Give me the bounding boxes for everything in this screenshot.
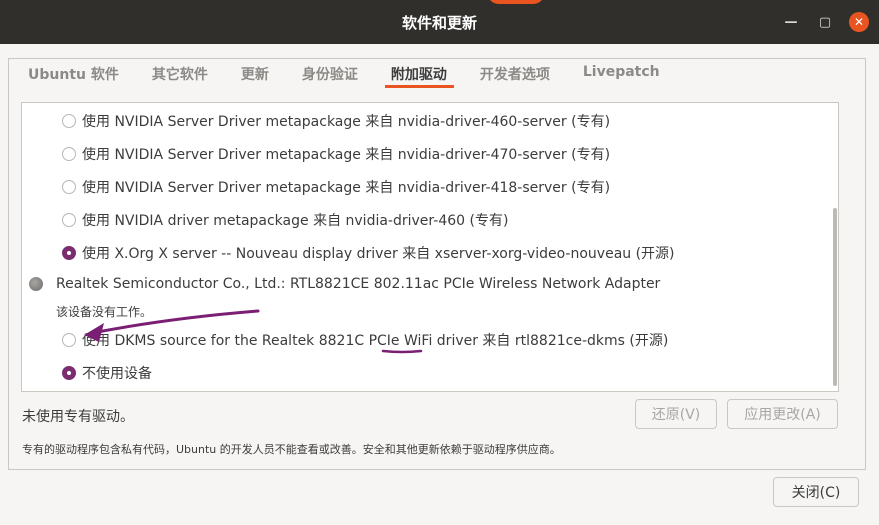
- driver-option[interactable]: 使用 NVIDIA Server Driver metapackage 来自 n…: [62, 111, 610, 131]
- driver-option-label: 使用 NVIDIA Server Driver metapackage 来自 n…: [82, 147, 611, 163]
- tab-ubuntu-software[interactable]: Ubuntu 软件: [8, 58, 132, 90]
- radio-checked-icon[interactable]: [62, 366, 76, 380]
- tab-bar: Ubuntu 软件 其它软件 更新 身份验证 附加驱动 开发者选项 Livepa…: [8, 58, 673, 90]
- driver-option[interactable]: 使用 NVIDIA Server Driver metapackage 来自 n…: [62, 144, 610, 164]
- driver-option-label: 使用 DKMS source for the Realtek 8821C PCI…: [82, 333, 669, 349]
- tab-other-software[interactable]: 其它软件: [132, 58, 221, 90]
- driver-option[interactable]: 使用 DKMS source for the Realtek 8821C PCI…: [62, 330, 668, 350]
- tab-updates[interactable]: 更新: [221, 58, 282, 90]
- radio-checked-icon[interactable]: [62, 246, 76, 260]
- radio-unchecked-icon[interactable]: [62, 147, 76, 161]
- device-header: Realtek Semiconductor Co., Ltd.: RTL8821…: [29, 276, 660, 292]
- tab-authentication[interactable]: 身份验证: [282, 58, 371, 90]
- driver-option[interactable]: 使用 NVIDIA Server Driver metapackage 来自 n…: [62, 177, 610, 197]
- radio-unchecked-icon[interactable]: [62, 180, 76, 194]
- maximize-icon[interactable]: ▢: [815, 12, 835, 32]
- close-button[interactable]: 关闭(C): [773, 477, 859, 507]
- window-title: 软件和更新: [401, 13, 477, 32]
- window-controls: — ▢ ✕: [781, 12, 869, 32]
- driver-option-selected[interactable]: 使用 X.Org X server -- Nouveau display dri…: [62, 243, 675, 263]
- radio-unchecked-icon[interactable]: [62, 333, 76, 347]
- driver-list: 使用 NVIDIA Server Driver metapackage 来自 n…: [21, 102, 839, 392]
- driver-option-label: 不使用设备: [82, 366, 152, 382]
- device-note: 该设备没有工作。: [56, 303, 152, 320]
- tab-additional-drivers[interactable]: 附加驱动: [371, 58, 460, 90]
- driver-option-label: 使用 NVIDIA Server Driver metapackage 来自 n…: [82, 180, 611, 196]
- driver-option-label: 使用 NVIDIA driver metapackage 来自 nvidia-d…: [82, 213, 509, 229]
- apply-changes-button[interactable]: 应用更改(A): [727, 399, 838, 429]
- minimize-icon[interactable]: —: [781, 12, 801, 32]
- driver-option-selected[interactable]: 不使用设备: [62, 363, 152, 383]
- status-text: 未使用专有驱动。: [22, 409, 134, 425]
- radio-unchecked-icon[interactable]: [62, 213, 76, 227]
- footnote-text: 专有的驱动程序包含私有代码，Ubuntu 的开发人员不能查看或改善。安全和其他更…: [22, 443, 561, 456]
- tab-developer-options[interactable]: 开发者选项: [460, 58, 563, 90]
- radio-unchecked-icon[interactable]: [62, 114, 76, 128]
- title-bar: 软件和更新 — ▢ ✕: [0, 0, 879, 44]
- driver-option[interactable]: 使用 NVIDIA driver metapackage 来自 nvidia-d…: [62, 210, 508, 230]
- close-icon[interactable]: ✕: [849, 12, 869, 32]
- driver-option-label: 使用 NVIDIA Server Driver metapackage 来自 n…: [82, 114, 611, 130]
- list-scrollbar[interactable]: [833, 208, 837, 386]
- device-note-text: 该设备没有工作。: [56, 305, 153, 319]
- driver-option-label: 使用 X.Org X server -- Nouveau display dri…: [82, 246, 675, 262]
- device-name: Realtek Semiconductor Co., Ltd.: RTL8821…: [56, 276, 661, 292]
- tab-livepatch[interactable]: Livepatch: [563, 58, 673, 90]
- revert-button[interactable]: 还原(V): [635, 399, 717, 429]
- device-status-icon: [29, 277, 43, 291]
- orange-indicator: [487, 0, 545, 4]
